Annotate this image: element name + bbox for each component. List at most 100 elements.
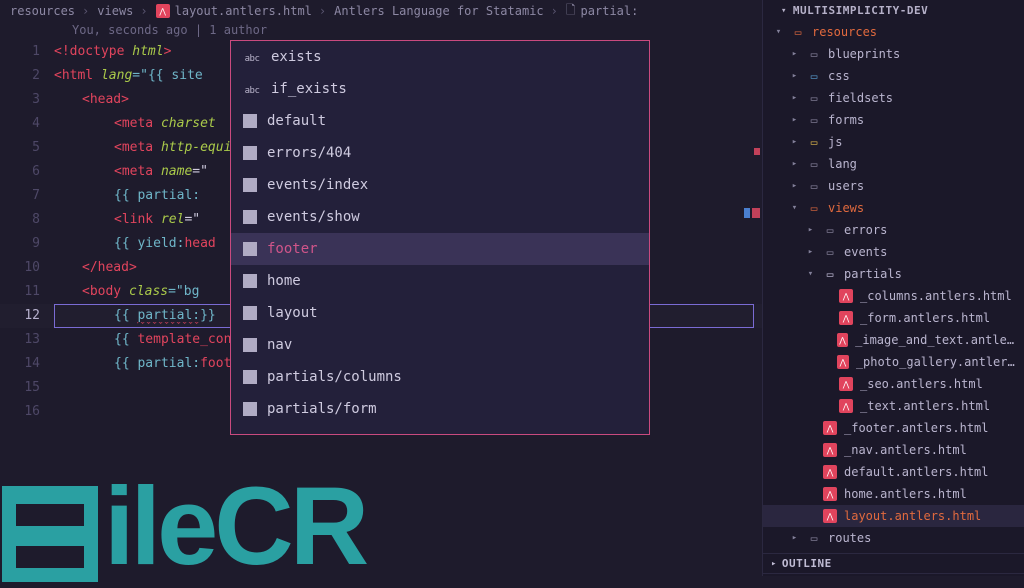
text-kind-icon [243,51,261,64]
code-area[interactable]: 1<!doctype html> 2<html lang="{{ site 3<… [0,40,762,576]
tree-item-label: errors [844,223,887,237]
outline-section[interactable]: ▸OUTLINE [763,553,1024,573]
autocomplete-item[interactable]: events/index [231,169,649,201]
tree-folder[interactable]: ▸▭users [763,175,1024,197]
tree-file[interactable]: ⋀_form.antlers.html [763,307,1024,329]
autocomplete-popup[interactable]: existsif_existsdefault errors/404 events/i… [230,40,650,435]
tree-item-label: _form.antlers.html [860,311,990,325]
tree-item-label: lang [828,157,857,171]
autocomplete-item[interactable]: if_exists [231,73,649,105]
folder-icon: ▭ [807,91,821,105]
antlers-icon: ⋀ [837,333,848,347]
autocomplete-item[interactable]: footer [231,233,649,265]
tree-folder[interactable]: ▾▭partials [763,263,1024,285]
tree-file[interactable]: ⋀_text.antlers.html [763,395,1024,417]
snippet-kind-icon [243,210,257,224]
crumb-file[interactable]: layout.antlers.html [175,4,312,18]
overview-marker [752,208,760,218]
antlers-icon: ⋀ [156,4,170,18]
autocomplete-item[interactable]: exists [231,41,649,73]
overview-marker [744,208,750,218]
tree-file[interactable]: ⋀ _nav.antlers.html [763,439,1024,461]
tree-item-label: forms [828,113,864,127]
breadcrumb[interactable]: resources› views› ⋀layout.antlers.html› … [0,0,762,22]
tree-item-label: _photo_gallery.antlers.html [856,355,1018,369]
tree-folder[interactable]: ▸ ▭ blueprints [763,43,1024,65]
tree-folder[interactable]: ▸▭errors [763,219,1024,241]
twisty-icon: ▸ [789,49,800,59]
tree-file[interactable]: ⋀_columns.antlers.html [763,285,1024,307]
autocomplete-item-label: layout [267,305,318,321]
antlers-icon: ⋀ [823,421,837,435]
tree-file[interactable]: ⋀default.antlers.html [763,461,1024,483]
autocomplete-item[interactable]: errors/404 [231,137,649,169]
tree-file[interactable]: ⋀_footer.antlers.html [763,417,1024,439]
tree-file[interactable]: ⋀ home.antlers.html [763,483,1024,505]
tree-folder[interactable]: ▸▭js [763,131,1024,153]
tree-item-label: blueprints [828,47,900,61]
tree-item-label: default.antlers.html [844,465,989,479]
tree-folder[interactable]: ▸▭css [763,65,1024,87]
tree-item-label: resources [812,25,877,39]
autocomplete-item[interactable]: default [231,105,649,137]
autocomplete-item-label: partials/form [267,401,377,417]
snippet-kind-icon [243,146,257,160]
tree-item-label: layout.antlers.html [844,509,981,523]
autocomplete-item-label: events/show [267,209,360,225]
autocomplete-item-label: home [267,273,301,289]
tree-item-label: _image_and_text.antlers.html [855,333,1018,347]
snippet-kind-icon [243,402,257,416]
tree-folder[interactable]: ▾ ▭ views [763,197,1024,219]
antlers-icon: ⋀ [823,443,837,457]
crumb-lang[interactable]: Antlers Language for Statamic [334,4,544,18]
tree-file[interactable]: ⋀layout.antlers.html [763,505,1024,527]
autocomplete-item[interactable]: layout [231,297,649,329]
folder-icon: ▭ [807,157,821,171]
file-icon: 🗋 [566,1,576,22]
crumb-resources[interactable]: resources [10,4,75,18]
file-tree[interactable]: ▾▭resources▸▭blueprints▸▭css▸▭fieldsets▸… [763,21,1024,553]
tree-file[interactable]: ⋀ _photo_gallery.antlers.html [763,351,1024,373]
tree-folder[interactable]: ▸▭fieldsets [763,87,1024,109]
editor-pane: resources› views› ⋀layout.antlers.html› … [0,0,762,576]
tree-folder[interactable]: ▸ ▭ lang [763,153,1024,175]
folder-js-icon: ▭ [807,135,821,149]
autocomplete-item[interactable]: nav [231,329,649,361]
autocomplete-item[interactable]: partials/columns [231,361,649,393]
explorer-title[interactable]: ▾ MULTISIMPLICITY-DEV [763,0,1024,21]
tree-item-label: _nav.antlers.html [844,443,967,457]
antlers-icon: ⋀ [839,399,853,413]
tree-folder[interactable]: ▸▭forms [763,109,1024,131]
tree-item-label: home.antlers.html [844,487,967,501]
twisty-icon: ▾ [773,27,784,37]
autocomplete-item-label: default [267,113,326,129]
autocomplete-item[interactable]: home [231,265,649,297]
tree-file[interactable]: ⋀ _image_and_text.antlers.html [763,329,1024,351]
autocomplete-item-label: events/index [267,177,368,193]
twisty-icon: ▸ [789,159,800,169]
twisty-icon: ▸ [789,533,800,543]
tree-file[interactable]: ⋀_seo.antlers.html [763,373,1024,395]
autocomplete-item-label: nav [267,337,292,353]
tree-item-label: _columns.antlers.html [860,289,1012,303]
tree-folder[interactable]: ▸▭routes [763,527,1024,549]
tree-item-label: routes [828,531,871,545]
twisty-icon: ▾ [789,203,800,213]
folder-open-icon: ▭ [791,25,805,39]
snippet-kind-icon [243,306,257,320]
autocomplete-item-label: partials/columns [267,369,402,385]
antlers-icon: ⋀ [823,487,837,501]
tree-item-label: users [828,179,864,193]
blame-line: You, seconds ago | 1 author [0,22,762,40]
crumb-views[interactable]: views [97,4,133,18]
autocomplete-item[interactable]: events/show [231,201,649,233]
tree-folder[interactable]: ▸▭events [763,241,1024,263]
autocomplete-item[interactable]: partials/form [231,393,649,425]
tree-folder[interactable]: ▾ ▭ resources [763,21,1024,43]
folder-open-icon: ▭ [807,201,821,215]
crumb-symbol[interactable]: partial: [581,4,639,18]
tree-item-label: views [828,201,864,215]
antlers-icon: ⋀ [837,355,849,369]
twisty-icon: ▸ [789,181,800,191]
folder-icon: ▭ [807,47,821,61]
